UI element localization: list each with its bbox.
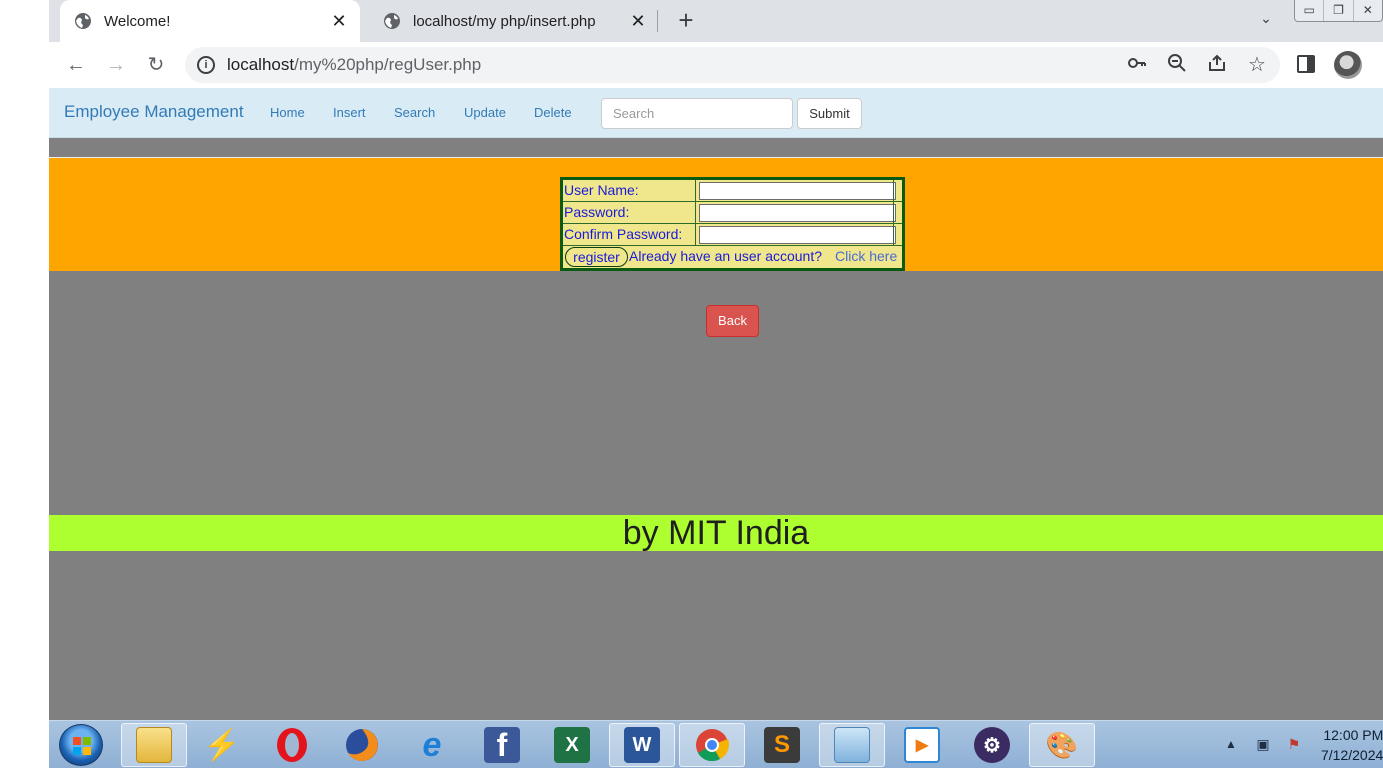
- clock-date: 7/12/2024: [1321, 747, 1383, 763]
- divider: [893, 180, 894, 245]
- back-button[interactable]: Back: [706, 305, 759, 337]
- tray-expand-icon[interactable]: ▲: [1225, 737, 1237, 751]
- web-page: Employee Management Home Insert Search U…: [49, 88, 1383, 720]
- nav-insert[interactable]: Insert: [333, 105, 366, 120]
- divider: [563, 245, 902, 246]
- key-icon[interactable]: [1125, 53, 1149, 77]
- clock[interactable]: 12:00 PM 7/12/2024: [1321, 725, 1383, 765]
- paint-icon[interactable]: 🎨: [1029, 723, 1095, 767]
- star-icon[interactable]: ☆: [1245, 53, 1269, 77]
- globe-icon: [74, 12, 92, 30]
- divider: [695, 180, 696, 245]
- side-panel-icon[interactable]: [1297, 55, 1315, 73]
- start-button[interactable]: [59, 724, 103, 766]
- chrome-icon[interactable]: [679, 723, 745, 767]
- file-explorer-icon[interactable]: [121, 723, 187, 767]
- browser-toolbar: ← → ↻ i localhost/my%20php/regUser.php ☆: [49, 42, 1383, 88]
- close-window-icon[interactable]: ✕: [1354, 0, 1382, 21]
- minimize-icon[interactable]: ▭: [1295, 0, 1325, 21]
- already-account-text: Already have an user account?: [629, 248, 823, 264]
- footer: by MIT India: [49, 515, 1383, 551]
- url-text[interactable]: localhost/my%20php/regUser.php: [227, 55, 481, 75]
- excel-icon[interactable]: X: [539, 723, 605, 767]
- password-field[interactable]: [699, 204, 896, 222]
- clock-time: 12:00 PM: [1323, 727, 1383, 743]
- tab-title: Welcome!: [104, 12, 171, 30]
- tab-strip: Welcome! ✕ localhost/my php/insert.php ✕…: [49, 0, 1383, 42]
- tab-insert[interactable]: localhost/my php/insert.php ✕: [369, 0, 659, 42]
- firefox-icon[interactable]: [329, 723, 395, 767]
- globe-icon: [383, 12, 401, 30]
- network-icon[interactable]: ▣: [1254, 736, 1272, 754]
- username-label: User Name:: [564, 182, 639, 198]
- tab-welcome[interactable]: Welcome! ✕: [60, 0, 360, 42]
- share-icon[interactable]: [1205, 53, 1229, 77]
- action-center-flag-icon[interactable]: ⚑: [1285, 736, 1303, 754]
- tab-search-chevron-icon[interactable]: ⌄: [1255, 10, 1277, 32]
- screen: Welcome! ✕ localhost/my php/insert.php ✕…: [49, 0, 1383, 768]
- confirm-password-field[interactable]: [699, 226, 896, 244]
- nav-search[interactable]: Search: [394, 105, 435, 120]
- tab-separator: [657, 10, 658, 32]
- url-path: /my%20php/regUser.php: [294, 55, 482, 74]
- registration-table: User Name: Password: Confirm Password: r…: [560, 177, 905, 271]
- taskbar: ⚡ e f X W S ▶ ⚙ 🎨 ▲ ▣ ⚑ 12:00 PM 7/12/20…: [49, 720, 1383, 768]
- username-field[interactable]: [699, 182, 896, 200]
- divider: [563, 223, 902, 224]
- notepad-icon[interactable]: [819, 723, 885, 767]
- opera-icon[interactable]: [259, 723, 325, 767]
- arrow-left-icon[interactable]: ←: [61, 50, 91, 80]
- nav-delete[interactable]: Delete: [534, 105, 572, 120]
- address-bar[interactable]: i localhost/my%20php/regUser.php ☆: [185, 47, 1280, 83]
- register-button[interactable]: register: [565, 247, 628, 267]
- url-host: localhost: [227, 55, 295, 74]
- info-icon[interactable]: i: [197, 56, 215, 74]
- restore-icon[interactable]: ❐: [1324, 0, 1354, 21]
- window-controls: ▭ ❐ ✕: [1294, 0, 1383, 22]
- winamp-icon[interactable]: ⚡: [189, 723, 255, 767]
- nav-update[interactable]: Update: [464, 105, 506, 120]
- word-icon[interactable]: W: [609, 723, 675, 767]
- brand-link[interactable]: Employee Management: [64, 102, 244, 122]
- search-input[interactable]: Search: [601, 98, 793, 129]
- reload-icon[interactable]: ↻: [141, 50, 171, 80]
- new-tab-plus-icon[interactable]: +: [671, 6, 701, 36]
- nav-home[interactable]: Home: [270, 105, 305, 120]
- profile-avatar[interactable]: [1334, 51, 1362, 79]
- close-icon[interactable]: ✕: [328, 10, 350, 32]
- internet-explorer-icon[interactable]: e: [399, 723, 465, 767]
- tab-title: localhost/my php/insert.php: [413, 12, 596, 30]
- divider: [563, 201, 902, 202]
- sublime-text-icon[interactable]: S: [749, 723, 815, 767]
- zoom-out-icon[interactable]: [1165, 53, 1189, 77]
- confirm-password-label: Confirm Password:: [564, 226, 683, 242]
- submit-button[interactable]: Submit: [797, 98, 862, 129]
- close-icon[interactable]: ✕: [627, 10, 649, 32]
- password-label: Password:: [564, 204, 630, 220]
- arrow-right-icon[interactable]: →: [101, 50, 131, 80]
- media-player-icon[interactable]: ▶: [889, 723, 955, 767]
- facebook-icon[interactable]: f: [469, 723, 535, 767]
- navbar: Employee Management Home Insert Search U…: [49, 88, 1383, 138]
- click-here-link[interactable]: Click here: [835, 248, 897, 264]
- registration-section: User Name: Password: Confirm Password: r…: [49, 158, 1383, 271]
- settings-app-icon[interactable]: ⚙: [959, 723, 1025, 767]
